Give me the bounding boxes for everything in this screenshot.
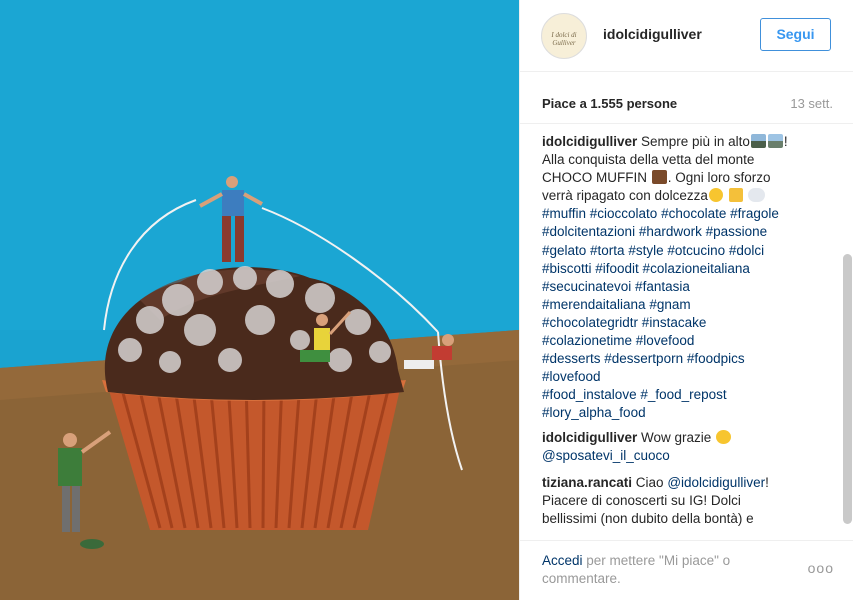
muscle-icon: [728, 188, 743, 203]
avatar-text: I dolci di Gulliver: [551, 31, 577, 47]
hashtags[interactable]: #lovefood: [542, 369, 601, 384]
comment-text: Piacere di conoscerti su IG! Dolci: [542, 493, 741, 509]
scrollbar[interactable]: [843, 254, 852, 524]
username[interactable]: idolcidigulliver: [603, 26, 702, 42]
hashtags[interactable]: #dolcitentazioni #hardwork #passione: [542, 224, 767, 239]
login-prompt: Accedi per mettere "Mi piace" o commenta…: [542, 552, 782, 588]
more-options-icon[interactable]: ooo: [808, 560, 834, 576]
hashtags[interactable]: #food_instalove #_food_repost: [542, 387, 727, 402]
login-footer: Accedi per mettere "Mi piace" o commenta…: [520, 540, 853, 600]
smile-icon: [708, 188, 723, 203]
comment-author[interactable]: idolcidigulliver: [542, 430, 637, 445]
post-photo[interactable]: [0, 0, 519, 600]
likes-row: Piace a 1.555 persone 13 sett.: [520, 72, 853, 124]
avatar[interactable]: I dolci di Gulliver: [541, 13, 587, 59]
hashtags[interactable]: #merendaitaliana #gnam: [542, 297, 691, 312]
muffin-photo: [0, 0, 519, 600]
follow-button[interactable]: Segui: [760, 18, 831, 51]
smile-icon: [716, 430, 732, 444]
hashtags[interactable]: #colazionetime #lovefood: [542, 333, 694, 348]
hashtags[interactable]: #chocolategridtr #instacake: [542, 315, 706, 330]
comment-author[interactable]: tiziana.rancati: [542, 475, 632, 490]
chocolate-icon: [651, 170, 667, 185]
likes-count[interactable]: Piace a 1.555 persone: [542, 96, 677, 111]
post-panel: I dolci di Gulliver idolcidigulliver Seg…: [519, 0, 853, 600]
comment-text: verrà ripagato con dolcezza: [542, 188, 708, 204]
hashtags[interactable]: #secucinatevoi #fantasia: [542, 279, 690, 294]
comment-reply: tiziana.rancati Ciao @idolcidigulliver! …: [542, 474, 822, 528]
hashtags[interactable]: #lory_alpha_food: [542, 405, 646, 420]
post-header: I dolci di Gulliver idolcidigulliver Seg…: [520, 0, 853, 72]
comment-text: Ciao: [635, 475, 664, 490]
cloud-icon: [748, 188, 766, 203]
comment-text: Wow grazie: [641, 430, 712, 445]
comment-text: CHOCO MUFFIN: [542, 170, 647, 186]
comment-text: . Ogni loro sforzo: [667, 170, 771, 186]
hashtags[interactable]: #biscotti #ifoodit #colazioneitaliana: [542, 261, 750, 276]
comment-text: !: [765, 475, 769, 490]
mountain-icon: [767, 134, 783, 148]
mention[interactable]: @sposatevi_il_cuoco: [542, 448, 670, 463]
comment-text: !: [783, 134, 788, 149]
mention[interactable]: @idolcidigulliver: [667, 475, 765, 490]
comments-list[interactable]: idolcidigulliver Sempre più in alto! All…: [520, 124, 853, 540]
mountain-icon: [750, 134, 766, 148]
hashtags[interactable]: #muffin #cioccolato #chocolate #fragole: [542, 206, 779, 221]
comment-text: Sempre più in alto: [641, 134, 750, 149]
comment-reply: idolcidigulliver Wow grazie @sposatevi_i…: [542, 429, 822, 465]
comment-caption: idolcidigulliver Sempre più in alto! All…: [542, 133, 822, 423]
hashtags[interactable]: #gelato #torta #style #otcucino #dolci: [542, 243, 764, 258]
post-date[interactable]: 13 sett.: [790, 96, 833, 111]
hashtags[interactable]: #desserts #dessertporn #foodpics: [542, 351, 745, 366]
comment-author[interactable]: idolcidigulliver: [542, 134, 637, 149]
comment-text: bellissimi (non dubito della bontà) e: [542, 511, 754, 527]
comment-text: Alla conquista della vetta del monte: [542, 152, 755, 168]
login-link[interactable]: Accedi: [542, 553, 583, 568]
